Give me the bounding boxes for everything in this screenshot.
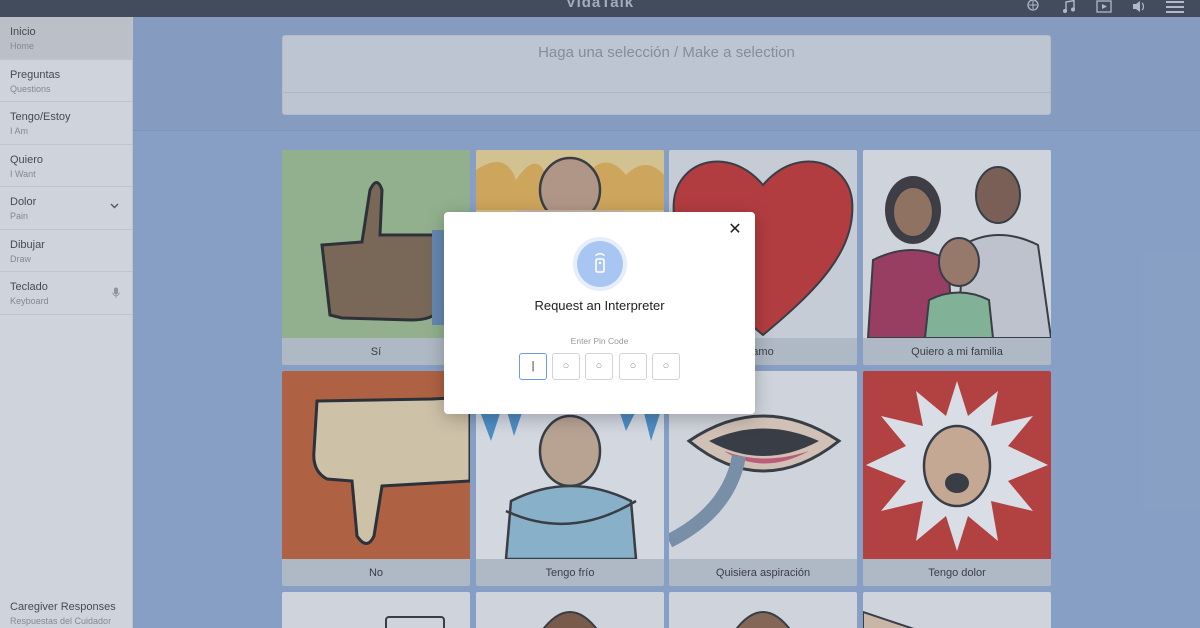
pin-input-4[interactable]: ○ xyxy=(619,353,647,380)
card-si[interactable]: Sí xyxy=(282,150,470,365)
card-row3-3[interactable] xyxy=(669,592,857,628)
card-no[interactable]: No xyxy=(282,371,470,586)
translate-icon[interactable] xyxy=(1024,0,1042,14)
sidebar-item-label: Dolor xyxy=(10,196,37,208)
microphone-icon[interactable] xyxy=(112,286,120,304)
modal-title: Request an Interpreter xyxy=(534,298,665,313)
family-picture xyxy=(863,150,1051,339)
card-caption: Tengo frío xyxy=(545,567,595,579)
sidebar-item-sublabel: Respuestas del Cuidador xyxy=(10,616,112,626)
keyboard-picture xyxy=(385,616,445,628)
divider xyxy=(283,92,1050,93)
card-caption: Quisiera aspiración xyxy=(715,567,811,579)
card-row3-2[interactable] xyxy=(476,592,664,628)
hand-picture xyxy=(863,610,915,628)
sidebar-item-sublabel: Home xyxy=(10,41,35,51)
sidebar-item-label: Teclado xyxy=(10,281,48,293)
card-caption: Sí xyxy=(370,346,382,358)
app-title: VidaTalk xyxy=(565,0,635,11)
sidebar-item-sublabel: Pain xyxy=(10,211,29,221)
sidebar-item-draw[interactable]: Dibujar Draw xyxy=(0,230,132,272)
thumbs-down-picture xyxy=(282,371,470,559)
sidebar-item-home[interactable]: Inicio Home xyxy=(0,17,132,60)
pin-input-1[interactable]: | xyxy=(519,353,547,380)
pin-input-3[interactable]: ○ xyxy=(585,353,613,380)
sidebar-item-label: Caregiver Responses xyxy=(10,601,116,613)
sidebar-item-label: Quiero xyxy=(10,153,44,166)
card-pain[interactable]: Tengo dolor xyxy=(863,371,1051,586)
person-picture xyxy=(735,611,791,628)
sidebar-item-caregiver-responses[interactable]: Caregiver Responses Respuestas del Cuida… xyxy=(10,600,130,628)
pin-input-5[interactable]: ○ xyxy=(652,353,680,380)
interpreter-modal: ✕ Request an Interpreter Enter Pin Code … xyxy=(444,212,755,414)
video-icon[interactable] xyxy=(1096,0,1112,14)
person-picture xyxy=(542,611,598,628)
sidebar-item-pain[interactable]: Dolor Pain xyxy=(0,187,132,230)
chevron-down-icon[interactable] xyxy=(110,201,119,212)
selection-zone: Haga una selección / Make a selection xyxy=(133,17,1200,131)
card-row3-4[interactable] xyxy=(863,592,1051,628)
menu-icon[interactable] xyxy=(1166,0,1184,14)
sidebar-item-sublabel: I Am xyxy=(10,126,29,136)
pin-label: Enter Pin Code xyxy=(570,336,629,346)
selection-placeholder: Haga una selección / Make a selection xyxy=(538,44,795,61)
sidebar-item-label: Preguntas xyxy=(10,68,61,81)
sidebar-item-sublabel: I Want xyxy=(10,168,36,179)
card-family[interactable]: Quiero a mi familia xyxy=(863,150,1051,365)
remote-icon xyxy=(595,253,605,273)
pain-face-picture xyxy=(863,371,1051,559)
pin-input-2[interactable]: ○ xyxy=(552,353,580,380)
sidebar-item-i-want[interactable]: Quiero I Want xyxy=(0,145,132,187)
volume-icon[interactable] xyxy=(1132,0,1148,14)
interpreter-badge xyxy=(577,241,623,287)
sidebar-item-label: Tengo/Estoy xyxy=(10,111,71,123)
sidebar-item-sublabel: Draw xyxy=(10,253,32,264)
sidebar-item-label: Dibujar xyxy=(10,238,45,251)
sidebar-item-keyboard[interactable]: Teclado Keyboard xyxy=(0,272,132,315)
sidebar-item-sublabel: Keyboard xyxy=(10,296,49,306)
card-caption: Tengo dolor xyxy=(928,567,986,579)
thumbs-up-picture xyxy=(282,150,470,338)
top-bar: VidaTalk xyxy=(0,0,1200,17)
selection-bar[interactable]: Haga una selección / Make a selection xyxy=(282,35,1051,115)
sidebar-item-questions[interactable]: Preguntas Questions xyxy=(0,60,132,102)
close-icon[interactable]: ✕ xyxy=(727,222,743,238)
sidebar-item-label: Inicio xyxy=(10,26,36,38)
sidebar-item-i-am[interactable]: Tengo/Estoy I Am xyxy=(0,102,132,145)
card-caption: No xyxy=(368,567,384,579)
sidebar-item-sublabel: Questions xyxy=(10,83,51,94)
music-icon[interactable] xyxy=(1062,0,1076,14)
card-caption: Quiero a mi familia xyxy=(911,346,1003,358)
card-row3-1[interactable] xyxy=(282,592,470,628)
sidebar: Inicio Home Preguntas Questions Tengo/Es… xyxy=(0,17,133,628)
